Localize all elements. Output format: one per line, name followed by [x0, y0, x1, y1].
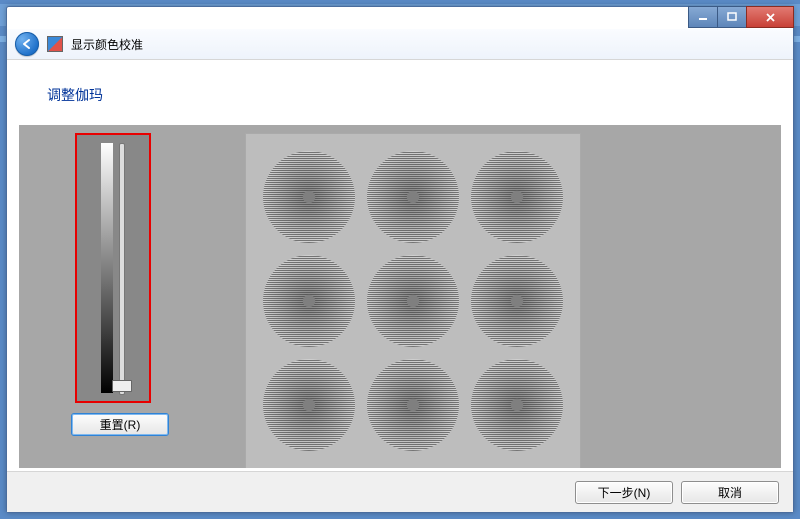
content-area: 调整伽玛 重置(R)	[19, 67, 781, 468]
app-icon	[47, 36, 63, 52]
wizard-footer: 下一步(N) 取消	[7, 471, 793, 512]
back-button[interactable]	[15, 32, 39, 56]
window-title: 显示颜色校准	[71, 36, 143, 53]
reset-button[interactable]: 重置(R)	[71, 413, 169, 436]
gamma-slider-box	[75, 133, 151, 403]
gamma-reference-gradient	[101, 143, 113, 393]
gamma-panel: 重置(R) 移动滑块，将每个圆圈中间的小圆点的可见性最小化	[19, 125, 781, 468]
wizard-window: 显示颜色校准 调整伽玛 重置(R)	[6, 6, 794, 513]
window-title-controls	[689, 6, 794, 28]
maximize-button[interactable]	[717, 6, 747, 28]
gamma-test-pattern	[245, 133, 581, 468]
page-heading: 调整伽玛	[47, 85, 781, 105]
gamma-slider-thumb[interactable]	[112, 380, 132, 392]
gamma-slider[interactable]	[119, 143, 125, 395]
close-button[interactable]	[746, 6, 794, 28]
next-button[interactable]: 下一步(N)	[575, 481, 673, 504]
wizard-header: 显示颜色校准	[7, 29, 793, 60]
minimize-button[interactable]	[688, 6, 718, 28]
cancel-button[interactable]: 取消	[681, 481, 779, 504]
